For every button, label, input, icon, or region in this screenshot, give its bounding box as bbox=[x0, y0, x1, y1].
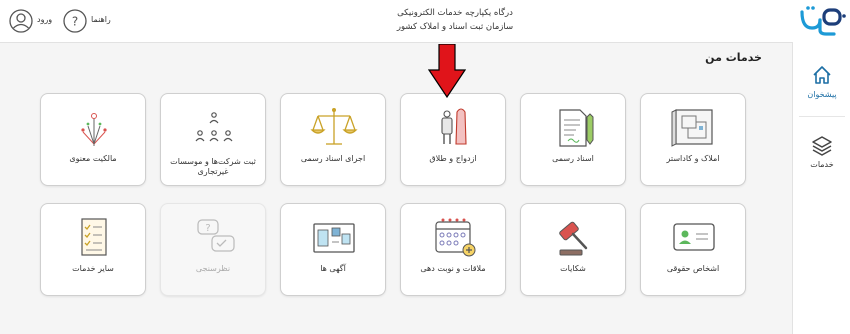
card-label: نظرسنجی bbox=[195, 264, 231, 273]
card-official-documents[interactable]: اسناد رسمی bbox=[520, 93, 626, 186]
notice-board-icon bbox=[313, 223, 355, 253]
card-official-deeds-execution[interactable]: اجرای اسناد رسمی bbox=[280, 93, 386, 186]
sidebar-item-services[interactable]: خدمات bbox=[793, 134, 850, 169]
couple-icon bbox=[441, 108, 467, 145]
scales-icon bbox=[310, 108, 358, 145]
blueprint-icon bbox=[671, 109, 713, 147]
card-label: سایر خدمات bbox=[72, 264, 114, 273]
home-icon bbox=[813, 66, 831, 84]
card-label: ثبت شرکت‌ها و موسسات غیرتجاری bbox=[170, 157, 256, 176]
top-bar: ورود ? راهنما درگاه یکپارچه خدمات الکترو… bbox=[0, 0, 850, 43]
sidebar-divider bbox=[799, 116, 845, 117]
portal-title: درگاه یکپارچه خدمات الکترونیکی سازمان ثب… bbox=[365, 6, 545, 34]
card-label: اسناد رسمی bbox=[552, 154, 594, 163]
portal-title-line1: درگاه یکپارچه خدمات الکترونیکی bbox=[397, 8, 513, 18]
sidebar: پیشخوان خدمات bbox=[792, 42, 850, 334]
card-label: شکایات bbox=[560, 264, 586, 273]
card-label: اشخاص حقوقی bbox=[666, 264, 720, 273]
sidebar-item-label: خدمات bbox=[810, 160, 834, 169]
org-chart-icon bbox=[195, 112, 233, 142]
card-marriage-divorce[interactable]: ازدواج و طلاق bbox=[400, 93, 506, 186]
card-other-services[interactable]: سایر خدمات bbox=[40, 203, 146, 296]
ideas-icon bbox=[81, 113, 107, 146]
card-intellectual-property[interactable]: مالکیت معنوی bbox=[40, 93, 146, 186]
card-label: املاک و کاداستر bbox=[666, 154, 720, 163]
login-link[interactable]: ورود bbox=[37, 15, 52, 24]
gavel-icon bbox=[559, 221, 588, 256]
calendar-add-icon bbox=[435, 218, 476, 257]
sidebar-item-dashboard[interactable]: پیشخوان bbox=[793, 64, 850, 99]
checklist-icon bbox=[81, 218, 107, 256]
card-label: مالکیت معنوی bbox=[69, 154, 117, 163]
card-appointments[interactable]: ملاقات و نوبت دهی bbox=[400, 203, 506, 296]
card-land-cadastre[interactable]: املاک و کاداستر bbox=[640, 93, 746, 186]
card-company-registration[interactable]: ثبت شرکت‌ها و موسسات غیرتجاری bbox=[160, 93, 266, 186]
document-pen-icon bbox=[559, 109, 594, 147]
sabt-man-logo[interactable] bbox=[798, 4, 848, 38]
card-complaints[interactable]: شکایات bbox=[520, 203, 626, 296]
section-title: خدمات من bbox=[705, 51, 762, 64]
svg-text:?: ? bbox=[72, 15, 78, 29]
card-survey[interactable]: ? نظرسنجی bbox=[160, 203, 266, 296]
sidebar-item-label: پیشخوان bbox=[807, 90, 837, 99]
help-link[interactable]: راهنما bbox=[91, 15, 111, 24]
portal-title-line2: سازمان ثبت اسناد و املاک کشور bbox=[396, 22, 514, 32]
card-label: ازدواج و طلاق bbox=[429, 154, 477, 163]
card-legal-entities[interactable]: اشخاص حقوقی bbox=[640, 203, 746, 296]
layers-icon bbox=[812, 136, 832, 156]
card-announcements[interactable]: آگهی ها bbox=[280, 203, 386, 296]
card-label: آگهی ها bbox=[320, 264, 346, 273]
arrow-down-icon bbox=[428, 44, 466, 98]
survey-chat-icon: ? bbox=[197, 219, 235, 252]
help-icon[interactable]: ? bbox=[62, 8, 88, 34]
card-label: اجرای اسناد رسمی bbox=[300, 154, 366, 163]
card-label: ملاقات و نوبت دهی bbox=[420, 264, 486, 273]
svg-text:?: ? bbox=[205, 223, 210, 234]
user-icon[interactable] bbox=[8, 8, 34, 34]
id-card-icon bbox=[673, 223, 715, 251]
